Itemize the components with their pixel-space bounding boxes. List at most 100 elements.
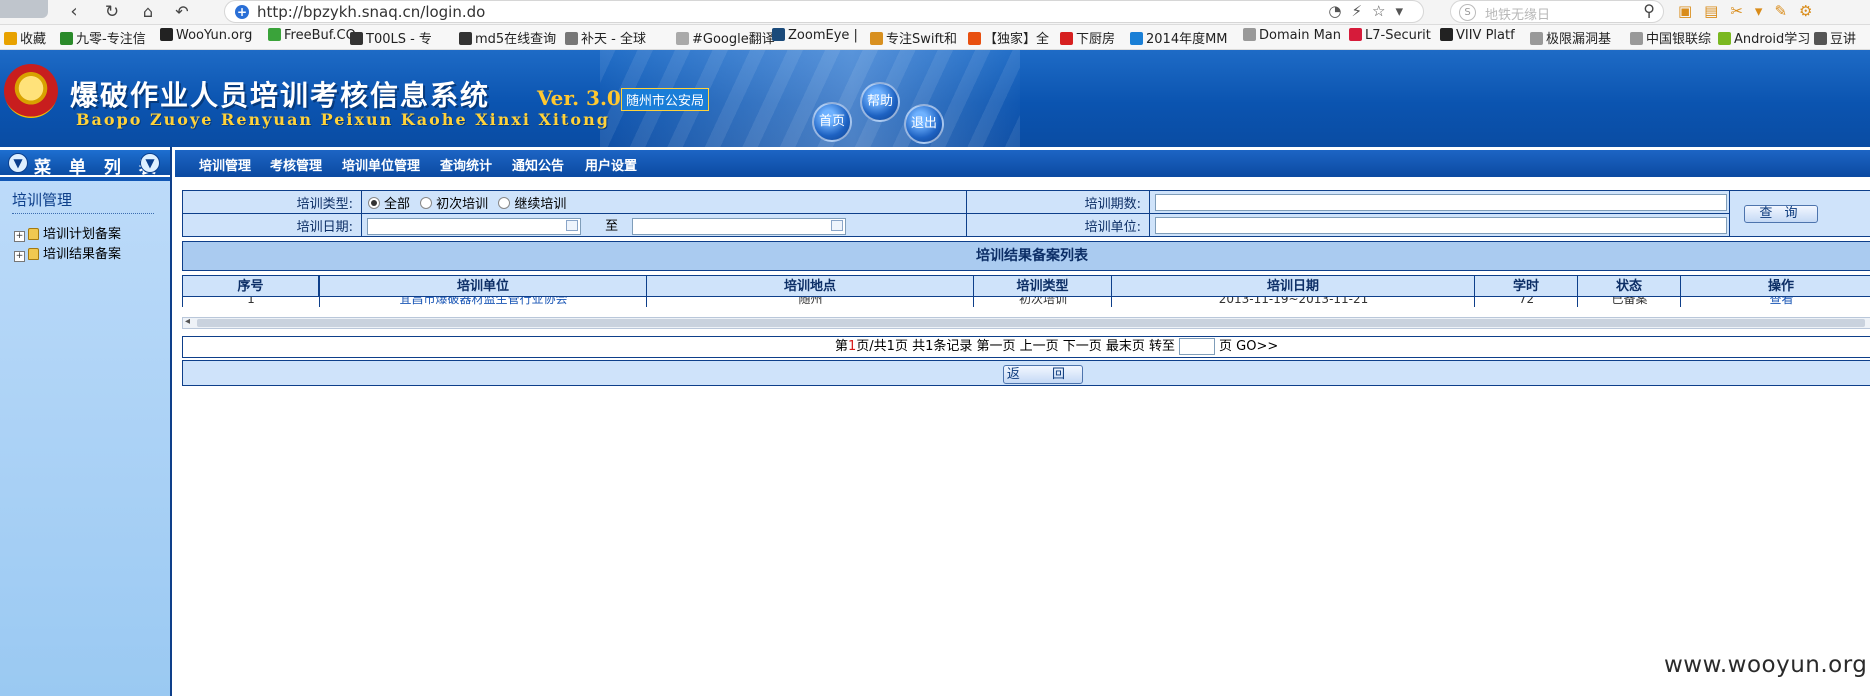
bookmark-item[interactable]: Android学习: [1718, 28, 1810, 47]
list-title: 培训结果备案列表: [182, 241, 1870, 271]
site-info-icon[interactable]: +: [235, 5, 249, 19]
reload-icon[interactable]: ↻: [100, 0, 124, 24]
date-to-label: 至: [605, 219, 619, 234]
column-header: 培训类型: [973, 275, 1112, 297]
sidebar-section-title[interactable]: 培训管理: [12, 189, 154, 214]
bookmark-label: VIIV Platf: [1456, 28, 1515, 43]
back-icon[interactable]: ‹: [62, 0, 86, 24]
bookmark-item[interactable]: T00LS - 专: [350, 28, 432, 47]
sidebar-item-plan-filing[interactable]: + 培训计划备案: [14, 223, 121, 242]
bookmark-item[interactable]: 下厨房: [1060, 28, 1115, 47]
nav-notice[interactable]: 通知公告: [512, 155, 564, 174]
column-header: 学时: [1474, 275, 1578, 297]
date-start-input[interactable]: [367, 218, 581, 235]
bookmarks-bar: 收藏 九零-专注信 WooYun.org FreeBuf.CO T00LS - 专 md5…: [0, 25, 1870, 50]
search-engine-icon[interactable]: S: [1459, 4, 1476, 21]
collapse-icon[interactable]: ▼: [8, 153, 28, 173]
scroll-left-icon[interactable]: ◂: [185, 316, 190, 327]
table-row[interactable]: 1 宜昌市爆破器材监生管行业协会 随州 初次培训 2013-11-19~2013…: [182, 297, 1870, 307]
cell-unit[interactable]: 宜昌市爆破器材监生管行业协会: [319, 297, 647, 307]
bookmark-label: Android学习: [1734, 32, 1811, 47]
sidebar-item-result-filing[interactable]: + 培训结果备案: [14, 243, 121, 262]
type-option-label: 全部: [384, 196, 411, 212]
bookmark-item[interactable]: 豆讲: [1814, 28, 1856, 47]
bookmark-label: 极限漏洞基: [1546, 32, 1612, 47]
bookmark-item[interactable]: #Google翻译: [676, 28, 775, 47]
sidebar-header: ▼ 菜 单 列 表 ▼: [0, 147, 170, 178]
bookmark-item[interactable]: L7-Securit: [1349, 28, 1431, 43]
expand-icon[interactable]: +: [14, 251, 25, 262]
calendar-icon[interactable]: [831, 220, 844, 231]
view-link[interactable]: 查看: [1680, 297, 1870, 307]
address-tools-icon[interactable]: ◔⚡☆▾: [1328, 2, 1413, 20]
bookmark-item[interactable]: ZoomEye |: [772, 28, 858, 43]
bookmark-label: WooYun.org: [176, 28, 253, 43]
unit-input[interactable]: [1155, 216, 1727, 234]
type-label: 培训类型:: [182, 190, 362, 214]
pager-links[interactable]: 页/共1页 共1条记录 第一页 上一页 下一页 最末页 转至: [856, 339, 1175, 354]
nav-training[interactable]: 培训管理: [199, 155, 251, 174]
calendar-icon[interactable]: [566, 220, 578, 231]
period-input[interactable]: [1155, 193, 1727, 211]
search-icon[interactable]: ⚲: [1643, 1, 1655, 20]
bookmark-label: 补天 - 全球: [581, 32, 646, 47]
type-radio-all[interactable]: [368, 196, 380, 209]
cell-hours: 72: [1474, 297, 1578, 307]
nav-stats[interactable]: 查询统计: [440, 155, 492, 174]
sidebar: ▼ 菜 单 列 表 ▼ 培训管理 + 培训计划备案 + 培训结果备案: [0, 147, 172, 696]
pager-prefix: 第: [835, 339, 849, 354]
column-header: 操作: [1680, 275, 1870, 297]
home-button[interactable]: 首页: [812, 102, 852, 142]
unit-label: 培训单位:: [966, 213, 1150, 237]
bookmark-item[interactable]: 【独家】全: [968, 28, 1049, 47]
pager-go[interactable]: 页 GO>>: [1219, 339, 1278, 354]
bookmark-label: 2014年度MM: [1146, 32, 1228, 47]
url-text[interactable]: http://bpzykh.snaq.cn/login.do: [257, 3, 485, 21]
back-button[interactable]: 返 回: [1003, 365, 1083, 384]
extension-icons[interactable]: ▣▤✂▾✎⚙: [1678, 2, 1824, 20]
bookmark-favicon-icon: [160, 28, 173, 41]
folder-lock-icon: [28, 248, 39, 260]
address-bar[interactable]: + http://bpzykh.snaq.cn/login.do ◔⚡☆▾: [224, 0, 1424, 23]
bookmark-item[interactable]: 2014年度MM: [1130, 28, 1228, 47]
scrollbar-thumb[interactable]: [197, 319, 1865, 327]
column-header: 培训单位: [319, 275, 647, 297]
bookmark-item[interactable]: 中国银联综: [1630, 28, 1711, 47]
bookmark-label: #Google翻译: [692, 32, 775, 47]
type-options: 全部 初次培训 继续培训: [361, 190, 967, 214]
home-icon[interactable]: ⌂: [136, 0, 160, 24]
undo-icon[interactable]: ↶: [170, 0, 194, 24]
nav-settings[interactable]: 用户设置: [585, 155, 637, 174]
date-end-input[interactable]: [632, 218, 847, 235]
bookmark-label: L7-Securit: [1365, 28, 1431, 43]
bookmark-favicon-icon: [268, 28, 281, 41]
bookmark-item[interactable]: 九零-专注信: [60, 28, 146, 47]
expand-icon[interactable]: +: [14, 231, 25, 242]
bookmark-favicon-icon: [60, 32, 73, 45]
page-jump-input[interactable]: [1179, 338, 1216, 355]
nav-exam[interactable]: 考核管理: [270, 155, 322, 174]
collapse-icon[interactable]: ▼: [140, 153, 160, 173]
query-button[interactable]: 查 询: [1743, 204, 1818, 223]
bookmark-item[interactable]: Domain Man: [1243, 28, 1341, 43]
logout-button[interactable]: 退出: [904, 104, 944, 144]
bookmark-favicon-icon: [676, 32, 689, 45]
cell-date: 2013-11-19~2013-11-21: [1111, 297, 1475, 307]
type-radio-continuing[interactable]: [498, 196, 511, 209]
horizontal-scrollbar[interactable]: ◂: [182, 316, 1870, 329]
help-button[interactable]: 帮助: [860, 82, 900, 122]
bookmark-item[interactable]: 专注Swift和: [870, 28, 957, 47]
browser-tab[interactable]: [0, 0, 48, 18]
nav-unit[interactable]: 培训单位管理: [342, 155, 420, 174]
bookmark-item[interactable]: 收藏: [4, 28, 46, 47]
bookmark-item[interactable]: 极限漏洞基: [1530, 28, 1611, 47]
type-radio-initial[interactable]: [420, 196, 433, 209]
browser-search-box[interactable]: S 地铁无缘日 ⚲: [1450, 0, 1664, 23]
bookmark-item[interactable]: FreeBuf.CO: [268, 28, 356, 43]
bookmark-item[interactable]: VIIV Platf: [1440, 28, 1515, 43]
type-option-label: 继续培训: [514, 196, 567, 212]
bookmark-item[interactable]: 补天 - 全球: [565, 28, 646, 47]
bookmark-item[interactable]: md5在线查询: [459, 28, 556, 47]
bookmark-item[interactable]: WooYun.org: [160, 28, 252, 43]
bookmark-label: Domain Man: [1259, 28, 1341, 43]
